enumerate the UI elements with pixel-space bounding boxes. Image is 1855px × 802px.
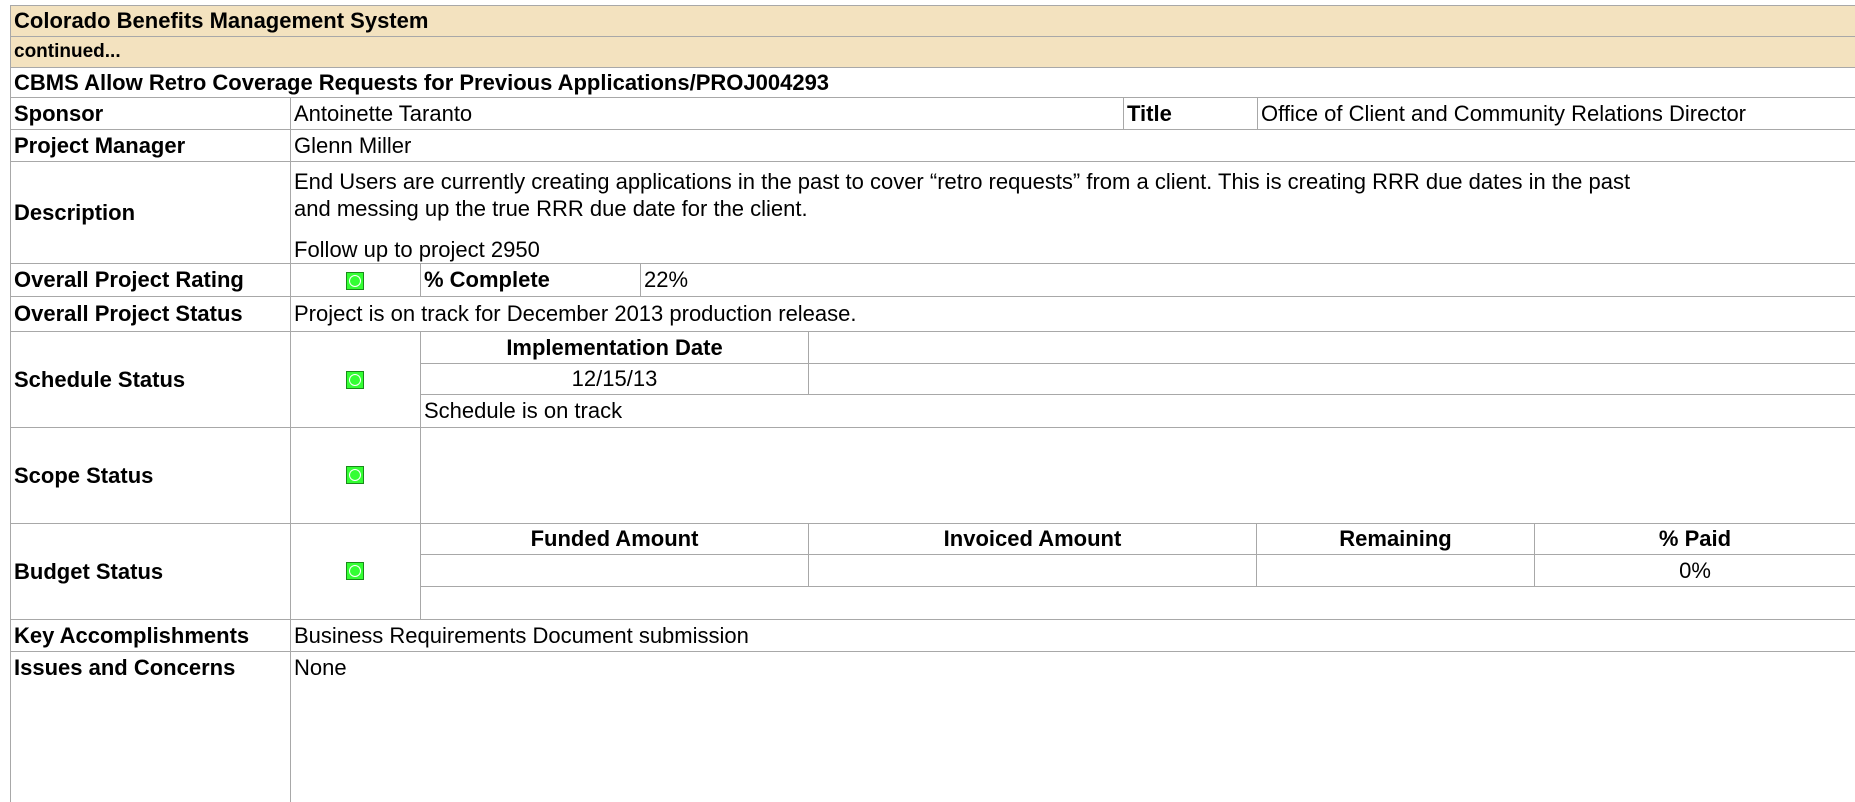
grid-line [10,161,1855,162]
grid-line [10,263,1855,264]
grid-line [10,427,1855,428]
grid-line [10,5,11,802]
sponsor-label: Sponsor [14,100,104,126]
overall-rating-label: Overall Project Rating [14,267,244,292]
description-line-1: End Users are currently creating applica… [294,169,1631,194]
overall-status-value: Project is on track for December 2013 pr… [294,301,857,326]
green-status-icon [346,562,364,580]
project-title: CBMS Allow Retro Coverage Requests for P… [14,69,830,95]
description-line-2: and messing up the true RRR due date for… [294,196,808,221]
grid-line [420,263,421,296]
scope-status-label: Scope Status [14,462,154,488]
grid-line [420,586,1855,587]
grid-line [10,296,1855,297]
grid-line [1123,97,1124,129]
percent-complete-value: 22% [644,267,689,292]
grid-line [10,651,1855,652]
sponsor-title-value: Office of Client and Community Relations… [1261,100,1747,126]
green-status-icon [346,272,364,290]
grid-line [420,394,1855,395]
key-accomplishments-value: Business Requirements Document submissio… [294,622,749,648]
grid-line [290,97,291,802]
grid-line [10,331,1855,332]
grid-line [1257,97,1258,129]
grid-line [640,263,641,296]
key-accomplishments-label: Key Accomplishments [14,622,250,648]
issues-concerns-label: Issues and Concerns [14,654,236,680]
funded-amount-header: Funded Amount [530,526,699,551]
continued-label: continued... [14,41,121,62]
schedule-note: Schedule is on track [424,398,623,423]
status-report-sheet: Colorado Benefits Management System cont… [10,5,1855,802]
percent-complete-label: % Complete [424,267,550,292]
grid-line [10,129,1855,130]
project-manager-label: Project Manager [14,132,186,158]
green-status-icon [346,466,364,484]
system-title: Colorado Benefits Management System [14,8,429,33]
percent-paid-value: 0% [1679,557,1711,583]
implementation-date-header: Implementation Date [506,334,723,360]
description-label: Description [14,199,136,225]
implementation-date-value: 12/15/13 [571,366,658,391]
issues-concerns-value: None [294,654,347,680]
grid-line [808,331,809,394]
percent-paid-header: % Paid [1658,526,1732,551]
sponsor-value: Antoinette Taranto [294,100,473,126]
invoiced-amount-header: Invoiced Amount [943,526,1122,551]
description-line-3: Follow up to project 2950 [294,237,540,262]
project-manager-value: Glenn Miller [294,132,412,158]
grid-line [10,619,1855,620]
title-label: Title [1127,100,1172,126]
remaining-header: Remaining [1339,526,1452,551]
budget-status-label: Budget Status [14,558,164,584]
green-status-icon [346,371,364,389]
schedule-status-label: Schedule Status [14,366,186,392]
continued-band [10,37,1855,67]
overall-status-label: Overall Project Status [14,301,243,326]
grid-line [10,36,1855,37]
